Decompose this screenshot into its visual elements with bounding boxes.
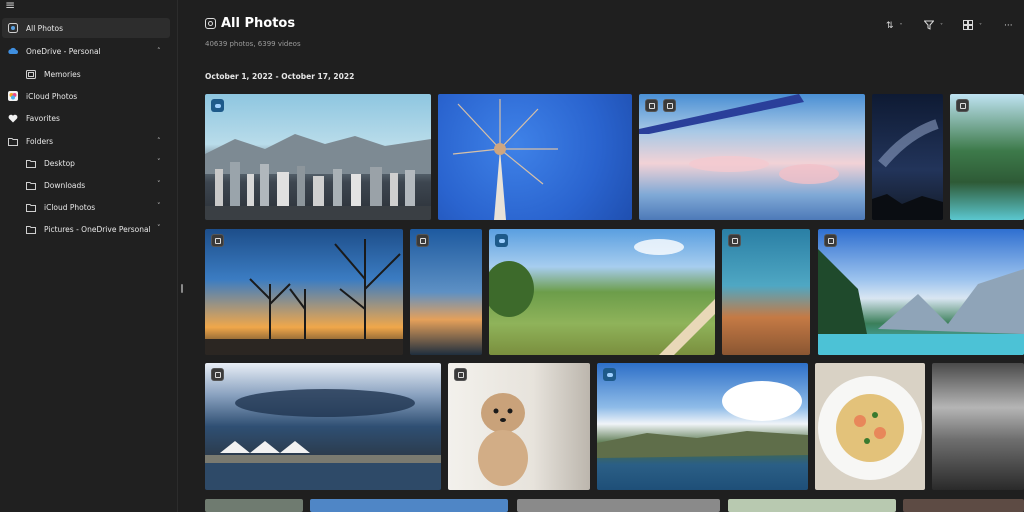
chevron-down-icon: ˅ bbox=[899, 22, 903, 30]
city-skyline-image bbox=[205, 134, 431, 220]
onedrive-badge-icon bbox=[495, 234, 508, 247]
photos-icon bbox=[7, 23, 18, 34]
photo-badge-icon bbox=[211, 368, 224, 381]
video-badge-icon bbox=[645, 99, 658, 112]
sort-button[interactable]: ⇅ ˅ bbox=[886, 18, 903, 34]
lake-clouds-image bbox=[597, 381, 808, 458]
sidebar-item-all-photos[interactable]: All Photos bbox=[2, 18, 170, 38]
more-options-button[interactable]: ··· bbox=[1004, 18, 1013, 34]
sidebar-item-label: Folders bbox=[26, 136, 54, 146]
mountain-lake-image bbox=[818, 249, 1024, 355]
photo-tile[interactable] bbox=[815, 363, 925, 490]
photo-tile[interactable] bbox=[903, 499, 1024, 512]
sidebar-item-label: Downloads bbox=[44, 180, 86, 190]
page-title: All Photos bbox=[221, 16, 296, 31]
photo-tile[interactable] bbox=[639, 94, 865, 220]
photo-tile[interactable] bbox=[950, 94, 1024, 220]
pane-splitter-handle[interactable] bbox=[181, 284, 183, 293]
pasta-dish-image bbox=[818, 376, 922, 480]
sidebar-item-desktop[interactable]: Desktop bbox=[25, 153, 75, 173]
night-sky-image bbox=[872, 119, 943, 220]
folder-icon bbox=[25, 180, 36, 191]
photo-badge-icon bbox=[416, 234, 429, 247]
onedrive-badge-icon bbox=[603, 368, 616, 381]
sidebar-item-label: iCloud Photos bbox=[44, 202, 96, 212]
folder-icon bbox=[7, 136, 18, 147]
onedrive-badge-icon bbox=[211, 99, 224, 112]
sidebar-item-icloud-photos[interactable]: iCloud Photos bbox=[7, 86, 77, 106]
chevron-down-icon[interactable]: ˅ bbox=[157, 202, 161, 210]
photo-tile[interactable] bbox=[517, 499, 720, 512]
folder-icon bbox=[25, 224, 36, 235]
filter-icon bbox=[923, 20, 935, 33]
cloud-icon bbox=[7, 46, 18, 57]
sidebar-item-label: iCloud Photos bbox=[26, 91, 78, 101]
photo-tile[interactable] bbox=[489, 229, 715, 355]
photo-tile[interactable] bbox=[448, 363, 590, 490]
photo-tile[interactable] bbox=[597, 363, 808, 490]
video-badge-icon bbox=[824, 234, 837, 247]
sidebar-item-onedrive[interactable]: OneDrive - Personal bbox=[7, 41, 101, 61]
page-header: All Photos bbox=[205, 16, 295, 31]
photo-badge-icon bbox=[211, 234, 224, 247]
sidebar: ≡ All Photos OneDrive - Personal ˄ Memor… bbox=[0, 0, 178, 512]
photo-tile[interactable] bbox=[205, 229, 403, 355]
sidebar-item-label: Favorites bbox=[26, 113, 60, 123]
sidebar-item-label: All Photos bbox=[26, 23, 63, 33]
view-button[interactable]: ˅ bbox=[963, 18, 982, 34]
sidebar-item-favorites[interactable]: Favorites bbox=[7, 108, 60, 128]
sidebar-item-label: Desktop bbox=[44, 158, 75, 168]
photo-tile[interactable] bbox=[205, 499, 303, 512]
photo-tile[interactable] bbox=[932, 363, 1024, 490]
photo-badge-icon bbox=[663, 99, 676, 112]
chevron-down-icon: ˅ bbox=[940, 22, 943, 30]
photo-tile[interactable] bbox=[205, 94, 431, 220]
sidebar-item-memories[interactable]: Memories bbox=[25, 64, 81, 84]
photos-icon bbox=[205, 18, 216, 29]
photo-badge-icon bbox=[728, 234, 741, 247]
sort-icon: ⇅ bbox=[886, 21, 894, 31]
chevron-down-icon[interactable]: ˅ bbox=[157, 180, 161, 188]
folder-icon bbox=[25, 202, 36, 213]
sidebar-item-pictures-onedrive[interactable]: Pictures - OneDrive Personal bbox=[25, 219, 151, 239]
dog-image bbox=[478, 393, 528, 486]
folder-icon bbox=[25, 158, 36, 169]
harbour-sails-image bbox=[205, 389, 441, 490]
sidebar-item-label: OneDrive - Personal bbox=[26, 46, 101, 56]
sidebar-item-label: Pictures - OneDrive Personal bbox=[44, 224, 151, 234]
chevron-up-icon[interactable]: ˄ bbox=[157, 137, 161, 145]
photo-tile[interactable] bbox=[872, 94, 943, 220]
meadow-image bbox=[489, 239, 715, 355]
photo-count: 40639 photos, 6399 videos bbox=[205, 40, 301, 48]
memories-icon bbox=[25, 69, 36, 80]
photo-tile[interactable] bbox=[818, 229, 1024, 355]
airplane-wing-image bbox=[639, 94, 839, 184]
video-badge-icon bbox=[956, 99, 969, 112]
view-icon bbox=[963, 19, 973, 33]
date-range-heading: October 1, 2022 - October 17, 2022 bbox=[205, 72, 355, 81]
chevron-up-icon[interactable]: ˄ bbox=[157, 47, 161, 55]
sidebar-item-folders[interactable]: Folders bbox=[7, 131, 53, 151]
chevron-down-icon[interactable]: ˅ bbox=[157, 224, 161, 232]
photo-tile[interactable] bbox=[310, 499, 508, 512]
icloud-icon bbox=[7, 91, 18, 102]
heart-icon bbox=[7, 113, 18, 124]
hamburger-menu-icon[interactable]: ≡ bbox=[5, 0, 19, 11]
sidebar-item-icloud-folder[interactable]: iCloud Photos bbox=[25, 197, 95, 217]
more-icon: ··· bbox=[1004, 21, 1013, 31]
chevron-down-icon: ˅ bbox=[979, 22, 982, 30]
photo-tile[interactable] bbox=[438, 94, 632, 220]
photo-tile[interactable] bbox=[722, 229, 810, 355]
chevron-down-icon[interactable]: ˅ bbox=[157, 158, 161, 166]
sidebar-item-label: Memories bbox=[44, 69, 81, 79]
swing-ride-image bbox=[452, 99, 558, 220]
photo-tile[interactable] bbox=[410, 229, 482, 355]
trees-sunset-image bbox=[205, 239, 403, 355]
filter-button[interactable]: ˅ bbox=[923, 18, 943, 34]
photo-badge-icon bbox=[454, 368, 467, 381]
sidebar-item-downloads[interactable]: Downloads bbox=[25, 175, 85, 195]
photo-tile[interactable] bbox=[205, 363, 441, 490]
photo-tile[interactable] bbox=[728, 499, 896, 512]
